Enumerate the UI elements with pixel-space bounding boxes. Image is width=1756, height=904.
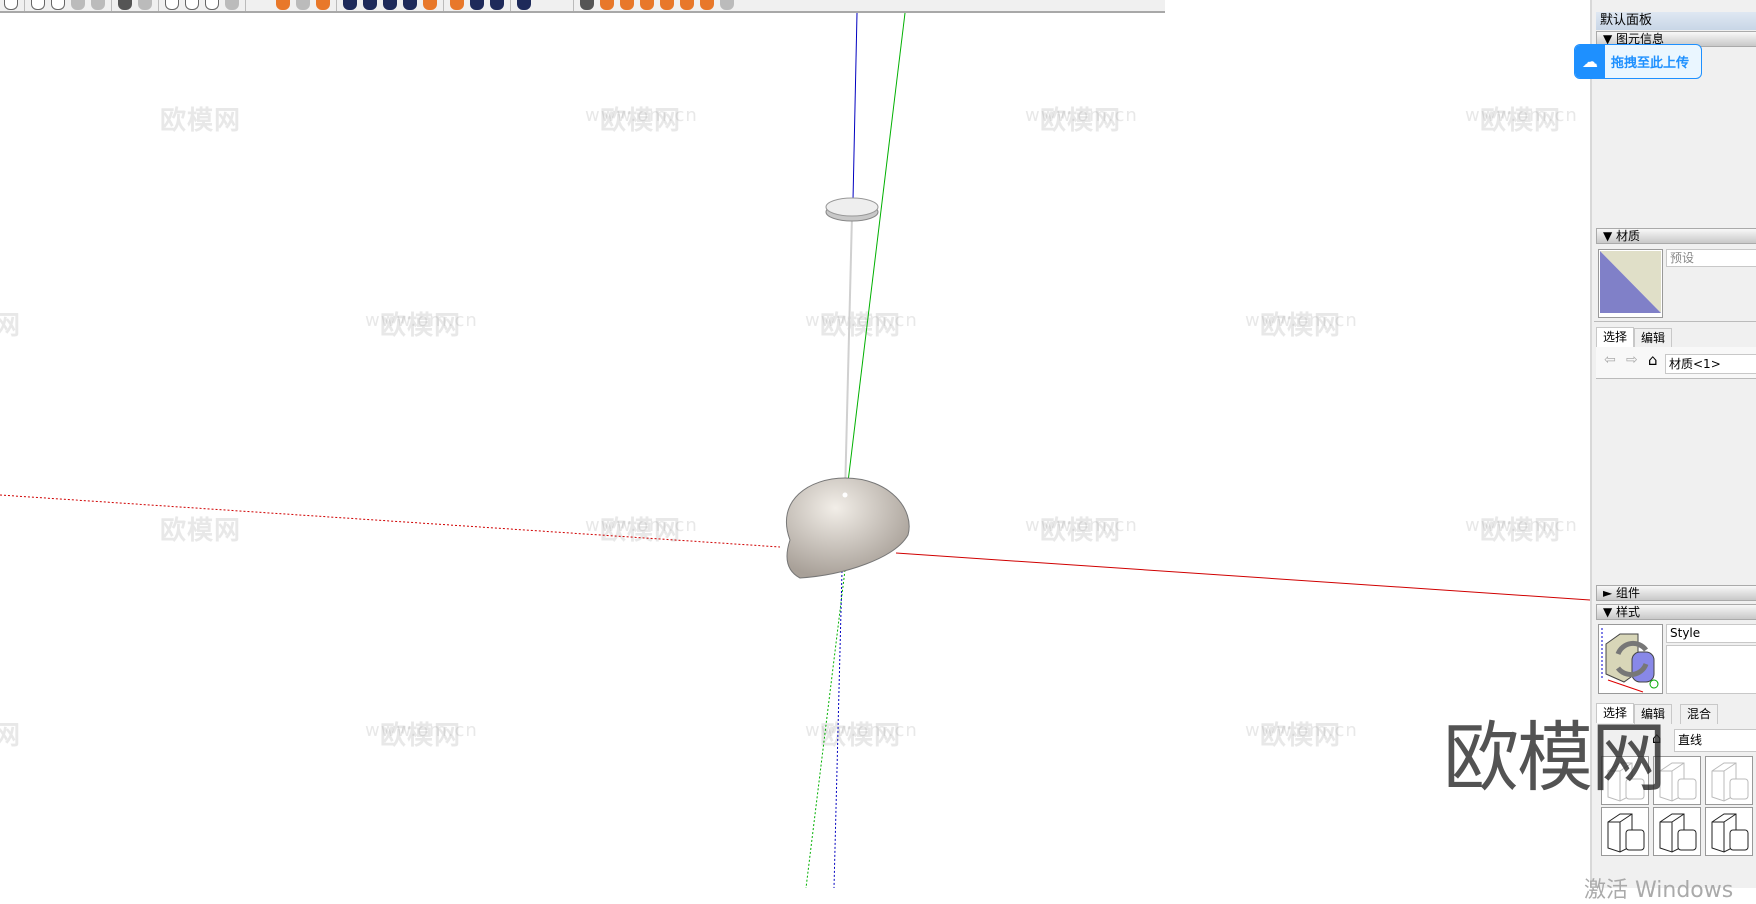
styles-label: 样式 bbox=[1616, 605, 1641, 619]
style-thumbnail-item[interactable] bbox=[1705, 756, 1753, 805]
scene bbox=[0, 12, 1590, 888]
blue-axis bbox=[852, 12, 858, 201]
pendant-cord bbox=[844, 214, 853, 496]
style-library-select[interactable]: 直线 bbox=[1674, 729, 1756, 752]
materials-header[interactable]: ▼ 材质 bbox=[1596, 228, 1756, 244]
back-arrow-icon[interactable]: ⇦ bbox=[1604, 352, 1616, 368]
style-name-field[interactable]: Style bbox=[1666, 624, 1756, 643]
watermark-large: 欧模网 bbox=[1443, 713, 1667, 802]
upload-button[interactable]: ☁ 拖拽至此上传 bbox=[1574, 44, 1702, 79]
upload-label: 拖拽至此上传 bbox=[1611, 56, 1690, 71]
materials-tab-select[interactable]: 选择 bbox=[1596, 327, 1635, 347]
components-header[interactable]: ► 组件 bbox=[1596, 585, 1756, 601]
green-axis bbox=[847, 12, 906, 483]
style-description-field[interactable] bbox=[1666, 645, 1756, 694]
style-thumbnail bbox=[1598, 624, 1663, 694]
style-thumbnail-item[interactable] bbox=[1705, 807, 1753, 856]
blue-axis-dotted bbox=[833, 570, 843, 888]
styles-tab-mix[interactable]: 混合 bbox=[1680, 704, 1719, 724]
materials-label: 材质 bbox=[1616, 229, 1641, 243]
pendant-shade bbox=[785, 477, 910, 579]
green-axis-dotted bbox=[805, 569, 846, 888]
material-swatch bbox=[1598, 249, 1663, 318]
components-label: 组件 bbox=[1616, 586, 1641, 600]
red-axis bbox=[895, 552, 1590, 601]
red-axis-dotted bbox=[0, 494, 781, 548]
material-library-select[interactable]: 材质<1> bbox=[1665, 354, 1756, 374]
3d-viewport[interactable]: 欧模网www.om.cn欧模网www.om.cn欧模网www.om.cn欧模网w… bbox=[0, 12, 1756, 888]
cloud-icon: ☁ bbox=[1575, 45, 1605, 78]
home-icon[interactable]: ⌂ bbox=[1648, 351, 1658, 369]
tray-title: 默认面板 bbox=[1596, 12, 1756, 30]
style-thumbnail-item[interactable] bbox=[1601, 807, 1649, 856]
style-thumbnail-item[interactable] bbox=[1653, 807, 1701, 856]
material-name-field[interactable]: 预设 bbox=[1666, 249, 1756, 267]
styles-header[interactable]: ▼ 样式 bbox=[1596, 604, 1756, 620]
forward-arrow-icon[interactable]: ⇨ bbox=[1626, 352, 1638, 368]
ceiling-canopy bbox=[825, 197, 879, 222]
activate-windows-notice: 激活 Windows bbox=[1584, 878, 1734, 903]
materials-tab-edit[interactable]: 编辑 bbox=[1634, 328, 1673, 348]
